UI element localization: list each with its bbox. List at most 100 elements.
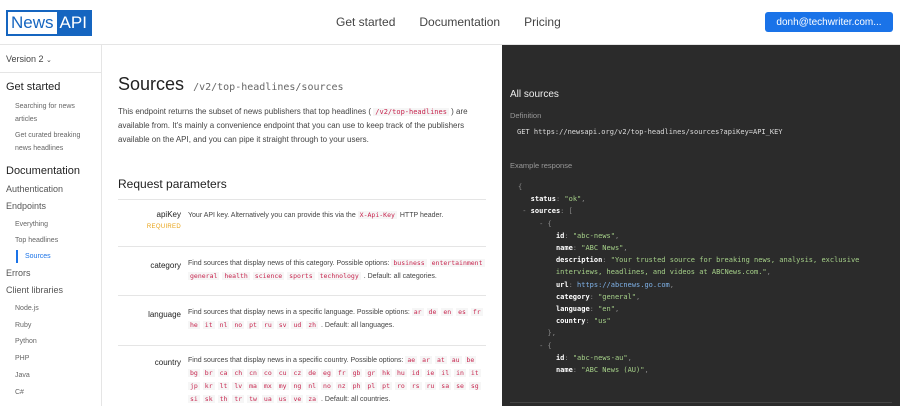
option-token: entertainment	[429, 259, 485, 267]
param-desc-text: . Default: all categories.	[363, 273, 437, 280]
option-token: sv	[276, 321, 289, 329]
endpoint-description: This endpoint returns the subset of news…	[118, 105, 478, 147]
desc-part-1: This endpoint returns the subset of news…	[118, 107, 372, 116]
version-label: Version 2	[6, 54, 44, 64]
option-token: ae	[405, 356, 418, 364]
option-token: za	[306, 395, 319, 403]
option-token: de	[306, 369, 319, 377]
option-token: es	[456, 308, 468, 316]
example-response-label: Example response	[510, 161, 573, 170]
sidebar-item-python[interactable]: Python	[15, 335, 37, 348]
option-token: sports	[287, 272, 315, 280]
nav-get-started[interactable]: Get started	[336, 15, 395, 29]
option-token: ud	[291, 321, 304, 329]
logo-api: API	[56, 12, 90, 34]
option-token: it	[202, 321, 215, 329]
panel-title: All sources	[510, 89, 559, 100]
option-token: co	[261, 369, 274, 377]
option-token: mx	[261, 382, 274, 390]
sidebar-client-libraries[interactable]: Client libraries	[6, 285, 63, 295]
sidebar-item-java[interactable]: Java	[15, 369, 30, 382]
page-title-text: Sources	[118, 74, 185, 94]
option-token: ar	[411, 308, 424, 316]
sidebar-item-ruby[interactable]: Ruby	[15, 319, 31, 332]
param-name-category: category	[150, 261, 181, 270]
version-select[interactable]: Version 2 ⌄	[6, 54, 52, 64]
example-response-code[interactable]: { status: "ok", - sources: [ - { id: "ab…	[518, 181, 859, 376]
option-token: sa	[439, 382, 452, 390]
param-code: X-Api-Key	[357, 211, 397, 219]
option-token: ch	[232, 369, 245, 377]
option-token: bg	[188, 369, 200, 377]
option-token: gb	[350, 369, 363, 377]
option-token: nl	[306, 382, 319, 390]
sidebar-item-top-headlines[interactable]: Top headlines	[15, 234, 58, 247]
option-token: si	[188, 395, 200, 403]
definition-request[interactable]: GET https://newsapi.org/v2/top-headlines…	[517, 128, 783, 136]
option-token: cn	[247, 369, 259, 377]
sidebar-item-sources[interactable]: Sources	[16, 250, 51, 263]
sidebar-authentication[interactable]: Authentication	[6, 184, 63, 194]
option-token: ro	[394, 382, 407, 390]
sidebar-item-php[interactable]: PHP	[15, 352, 29, 365]
user-account-button[interactable]: donh@techwriter.com...	[765, 12, 893, 32]
option-token: gr	[365, 369, 378, 377]
option-token: at	[434, 356, 447, 364]
param-desc-country: Find sources that display news in a spec…	[188, 354, 488, 406]
sidebar-item-nodejs[interactable]: Node.js	[15, 302, 39, 315]
option-token: tw	[247, 395, 259, 403]
sidebar-documentation[interactable]: Documentation	[6, 165, 80, 177]
option-token: tr	[232, 395, 245, 403]
option-token: hu	[394, 369, 407, 377]
option-token: au	[449, 356, 462, 364]
param-desc-category: Find sources that display news of this c…	[188, 257, 488, 283]
chevron-down-icon: ⌄	[46, 57, 52, 64]
sidebar-get-started[interactable]: Get started	[6, 81, 60, 93]
option-token: jp	[188, 382, 200, 390]
sidebar-item-csharp[interactable]: C#	[15, 386, 24, 399]
param-name-language: language	[148, 310, 181, 319]
nav-pricing[interactable]: Pricing	[524, 15, 561, 29]
param-name-apikey: apiKey	[156, 210, 181, 219]
option-token: ie	[424, 369, 437, 377]
option-token: science	[252, 272, 285, 280]
param-desc-text: Find sources that display news in a spec…	[188, 357, 404, 364]
option-token: general	[188, 272, 220, 280]
sidebar-endpoints[interactable]: Endpoints	[6, 201, 46, 211]
option-token: us	[276, 395, 289, 403]
sidebar-item-everything[interactable]: Everything	[15, 218, 48, 231]
option-token: kr	[202, 382, 215, 390]
option-token: lt	[217, 382, 230, 390]
newsapi-logo[interactable]: News API	[6, 10, 92, 36]
param-desc-text: HTTP header.	[399, 212, 444, 219]
sidebar-errors[interactable]: Errors	[6, 268, 31, 278]
code-panel: All sources Definition GET https://newsa…	[502, 45, 900, 406]
option-token: ph	[350, 382, 363, 390]
param-desc-apikey: Your API key. Alternatively you can prov…	[188, 209, 488, 222]
page-title: Sources /v2/top-headlines/sources	[118, 74, 344, 95]
sidebar-item-curated-headlines[interactable]: Get curated breaking news headlines	[15, 129, 95, 155]
sidebar-item-searching[interactable]: Searching for news articles	[15, 100, 95, 126]
option-token: ua	[261, 395, 274, 403]
param-desc-language: Find sources that display news in a spec…	[188, 306, 488, 332]
nav-documentation[interactable]: Documentation	[419, 15, 500, 29]
option-token: il	[439, 369, 452, 377]
option-token: fr	[470, 308, 483, 316]
param-row-language: language Find sources that display news …	[118, 296, 486, 346]
sidebar: Version 2 ⌄ Get started Searching for ne…	[0, 45, 102, 406]
endpoint-path: /v2/top-headlines/sources	[193, 82, 344, 93]
main-content: Sources /v2/top-headlines/sources This e…	[102, 45, 502, 406]
option-token: ar	[420, 356, 432, 364]
param-desc-text: . Default: all countries.	[321, 396, 391, 403]
param-row-apikey: apiKey REQUIRED Your API key. Alternativ…	[118, 200, 486, 247]
option-token: cz	[291, 369, 304, 377]
option-token: br	[202, 369, 215, 377]
param-required-badge: REQUIRED	[146, 224, 181, 230]
option-token: he	[188, 321, 200, 329]
option-token: no	[232, 321, 245, 329]
option-token: fr	[335, 369, 348, 377]
option-token: ng	[291, 382, 304, 390]
option-token: se	[454, 382, 466, 390]
option-token: business	[391, 259, 427, 267]
option-token: sg	[468, 382, 481, 390]
